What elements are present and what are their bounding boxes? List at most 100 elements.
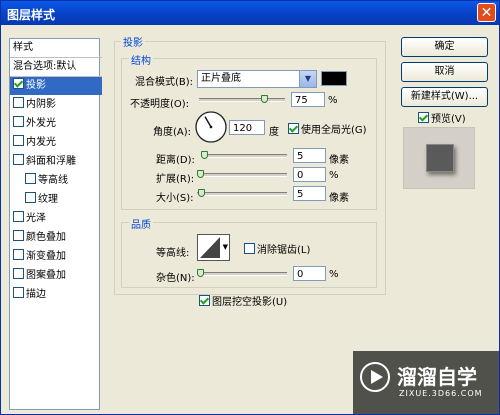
preview-area <box>403 127 475 189</box>
preview-option[interactable]: 预览(V) <box>418 110 466 125</box>
preview-checkbox[interactable] <box>418 112 429 123</box>
spread-label: 扩展(R): <box>156 174 195 185</box>
watermark: 溜溜自学 ZIXUE.3D66.COM <box>353 351 499 414</box>
style-item-label: 颜色叠加 <box>26 232 66 243</box>
size-slider[interactable] <box>197 192 287 196</box>
angle-input[interactable]: 120 <box>229 120 265 135</box>
contour-checkbox[interactable] <box>25 173 36 184</box>
bevel-emboss-checkbox[interactable] <box>13 154 24 165</box>
contour-picker[interactable]: ▼ <box>197 234 230 261</box>
inner-shadow-checkbox[interactable] <box>13 97 24 108</box>
blend-mode-label: 混合模式(B): <box>135 77 194 88</box>
close-button[interactable]: ✕ <box>477 3 496 22</box>
style-item-bevel-emboss[interactable]: 斜面和浮雕 <box>10 153 102 171</box>
knockout-label: 图层挖空投影(U) <box>212 297 288 308</box>
angle-dial-center <box>209 125 213 129</box>
ok-button[interactable]: 确定 <box>401 37 488 57</box>
pattern-overlay-checkbox[interactable] <box>13 268 24 279</box>
style-item-texture[interactable]: 纹理 <box>10 191 114 209</box>
gradient-overlay-checkbox[interactable] <box>13 249 24 260</box>
stroke-checkbox[interactable] <box>13 287 24 298</box>
blend-mode-select[interactable]: 正片叠底 ▼ <box>197 70 317 88</box>
chevron-down-icon: ▼ <box>299 71 316 87</box>
knockout-checkbox[interactable] <box>199 295 210 306</box>
size-label: 大小(S): <box>156 193 194 204</box>
spread-input[interactable]: 0 <box>293 167 326 182</box>
contour-label: 等高线: <box>156 248 190 259</box>
satin-checkbox[interactable] <box>13 211 24 222</box>
style-item-label: 内发光 <box>26 137 56 148</box>
noise-slider[interactable] <box>197 272 287 276</box>
opacity-slider-thumb[interactable] <box>260 95 268 103</box>
spread-slider[interactable] <box>197 173 287 177</box>
opacity-unit: % <box>328 95 338 106</box>
noise-input[interactable]: 0 <box>293 266 326 281</box>
play-logo-icon <box>360 362 390 392</box>
style-item-label: 投影 <box>26 80 46 91</box>
drop-shadow-checkbox[interactable] <box>13 78 24 89</box>
styles-header[interactable]: 样式 <box>10 39 102 58</box>
cancel-button[interactable]: 取消 <box>401 62 488 82</box>
style-item-drop-shadow[interactable]: 投影 <box>10 77 102 95</box>
angle-label: 角度(A): <box>153 127 192 138</box>
style-item-gradient-overlay[interactable]: 渐变叠加 <box>10 248 102 266</box>
blend-mode-value: 正片叠底 <box>201 73 241 84</box>
preview-swatch <box>426 144 454 172</box>
noise-label: 杂色(N): <box>156 273 195 284</box>
distance-slider-thumb[interactable] <box>201 151 208 159</box>
angle-dial[interactable] <box>194 110 228 144</box>
style-item-label: 光泽 <box>26 213 46 224</box>
style-item-label: 图案叠加 <box>26 270 66 281</box>
style-item-color-overlay[interactable]: 颜色叠加 <box>10 229 102 247</box>
opacity-label: 不透明度(O): <box>130 99 190 110</box>
new-style-button[interactable]: 新建样式(W)... <box>401 87 488 107</box>
antialias-checkbox[interactable] <box>244 243 255 254</box>
style-item-label: 内阴影 <box>26 99 56 110</box>
global-light-option[interactable]: 使用全局光(G) <box>288 121 367 136</box>
outer-glow-checkbox[interactable] <box>13 116 24 127</box>
style-item-satin[interactable]: 光泽 <box>10 210 102 228</box>
texture-checkbox[interactable] <box>25 192 36 203</box>
shadow-color-swatch[interactable] <box>321 71 347 86</box>
style-item-inner-glow[interactable]: 内发光 <box>10 134 102 152</box>
global-light-checkbox[interactable] <box>288 123 299 134</box>
style-item-label: 描边 <box>26 289 46 300</box>
style-item-label: 斜面和浮雕 <box>26 156 76 167</box>
angle-unit: 度 <box>269 127 279 138</box>
dialog-title: 图层样式 <box>7 8 56 22</box>
style-item-contour[interactable]: 等高线 <box>10 172 114 190</box>
style-item-inner-shadow[interactable]: 内阴影 <box>10 96 102 114</box>
distance-label: 距离(D): <box>156 155 195 166</box>
drop-shadow-legend: 投影 <box>121 34 145 49</box>
size-slider-thumb[interactable] <box>198 189 205 197</box>
watermark-url: ZIXUE.3D66.COM <box>399 389 483 398</box>
chevron-down-icon: ▼ <box>222 243 228 251</box>
layer-style-dialog: 图层样式 ✕ 样式 混合选项:默认 投影 内阴影 外发光 内发光 斜面和浮雕 等… <box>0 0 500 415</box>
quality-legend: 品质 <box>129 216 153 231</box>
style-item-label: 渐变叠加 <box>26 251 66 262</box>
noise-slider-thumb[interactable] <box>197 269 204 277</box>
opacity-slider[interactable] <box>199 98 285 102</box>
style-item-stroke[interactable]: 描边 <box>10 286 102 304</box>
styles-list: 样式 混合选项:默认 投影 内阴影 外发光 内发光 斜面和浮雕 等高线 纹理 光… <box>9 38 102 410</box>
spread-slider-thumb[interactable] <box>197 170 204 178</box>
style-item-label: 纹理 <box>38 194 58 205</box>
style-item-outer-glow[interactable]: 外发光 <box>10 115 102 133</box>
noise-unit: % <box>329 269 339 280</box>
blend-options-item[interactable]: 混合选项:默认 <box>10 58 102 77</box>
antialias-option[interactable]: 消除锯齿(L) <box>244 241 310 256</box>
watermark-brand: 溜溜自学 <box>397 365 477 389</box>
inner-glow-checkbox[interactable] <box>13 135 24 146</box>
knockout-option[interactable]: 图层挖空投影(U) <box>199 293 287 308</box>
color-overlay-checkbox[interactable] <box>13 230 24 241</box>
size-input[interactable]: 5 <box>293 186 326 201</box>
distance-slider[interactable] <box>201 154 287 158</box>
style-item-label: 外发光 <box>26 118 56 129</box>
preview-label: 预览(V) <box>431 114 466 125</box>
style-item-pattern-overlay[interactable]: 图案叠加 <box>10 267 102 285</box>
style-item-label: 等高线 <box>38 175 68 186</box>
distance-input[interactable]: 5 <box>293 148 326 163</box>
distance-unit: 像素 <box>329 155 349 166</box>
opacity-input[interactable]: 75 <box>291 92 325 107</box>
global-light-label: 使用全局光(G) <box>301 125 367 136</box>
